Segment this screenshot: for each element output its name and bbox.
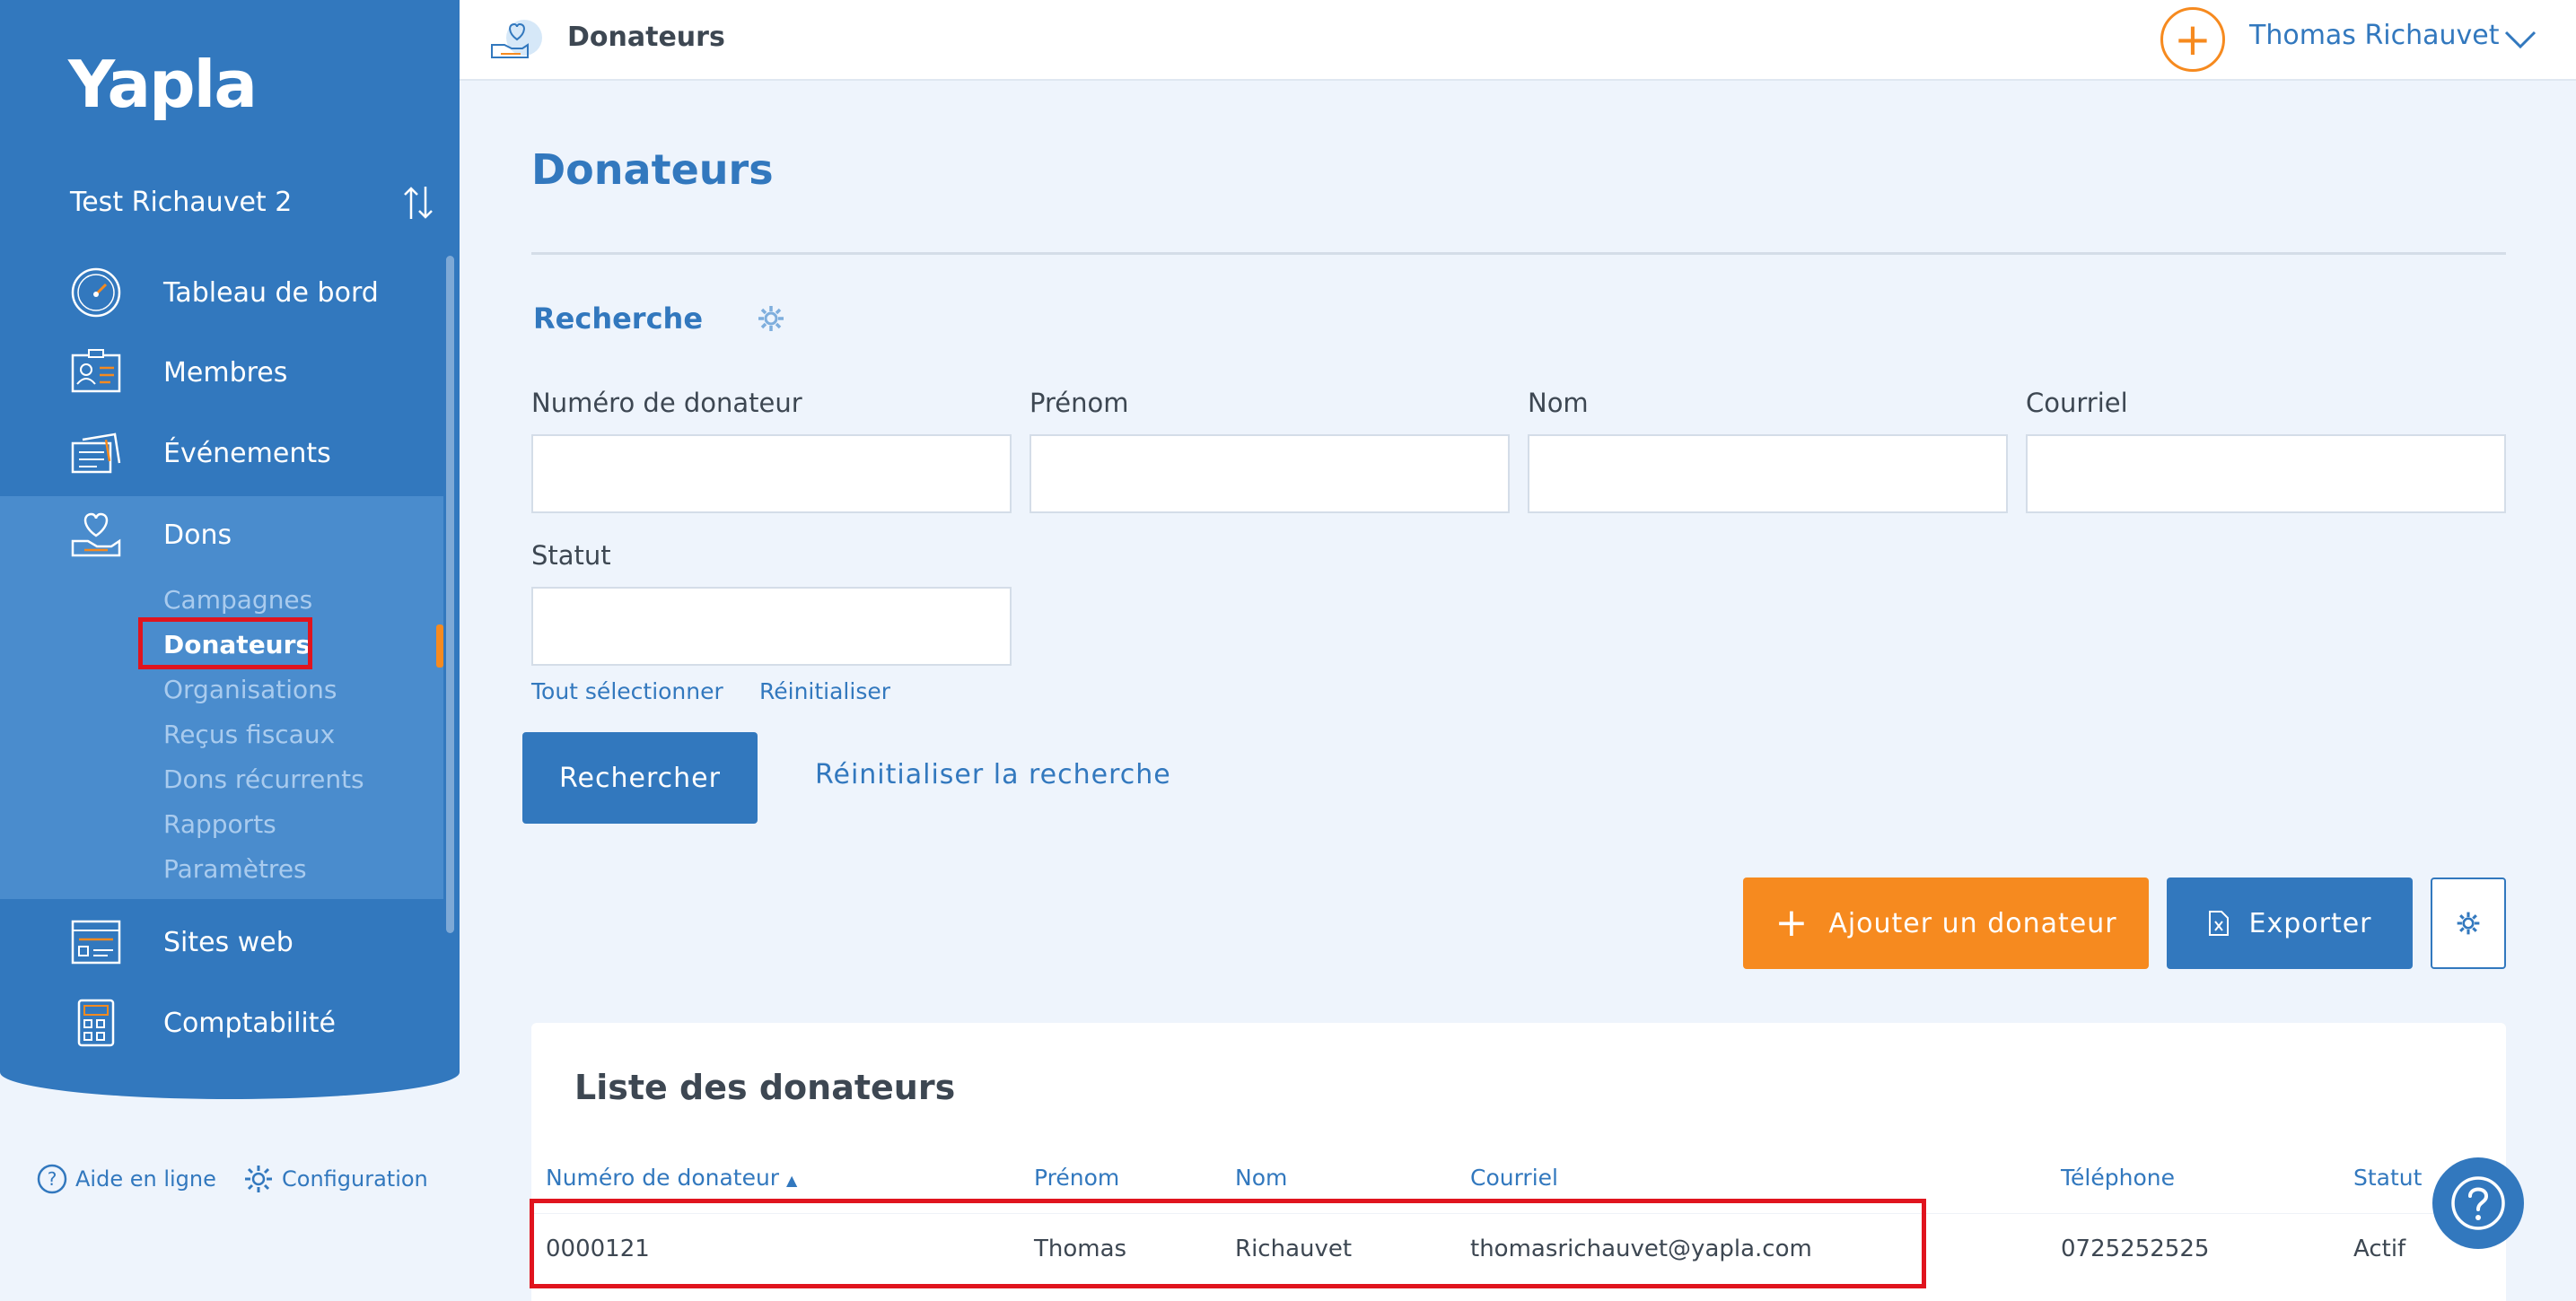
- nom-field-label: Nom: [1528, 388, 1589, 418]
- list-settings-button[interactable]: [2431, 878, 2506, 969]
- plus-icon: +: [1774, 900, 1809, 946]
- topbar-title: Donateurs: [567, 22, 725, 53]
- export-button[interactable]: Exporter: [2167, 878, 2413, 969]
- numero-field-label: Numéro de donateur: [531, 388, 802, 418]
- top-bar: Donateurs + Thomas Richauvet: [460, 0, 2576, 81]
- sidebar-item-label: Sites web: [163, 926, 294, 958]
- column-header-prenom[interactable]: Prénom: [1034, 1165, 1119, 1191]
- cell-statut: Actif: [2353, 1236, 2406, 1262]
- select-all-link[interactable]: Tout sélectionner: [531, 678, 723, 704]
- quick-add-button[interactable]: +: [2160, 7, 2225, 72]
- sidebar-item-label: Tableau de bord: [163, 276, 379, 309]
- member-card-icon: [70, 346, 122, 398]
- highlight-box-donateurs: [138, 617, 312, 669]
- submenu-item-organisations[interactable]: Organisations: [163, 675, 337, 704]
- column-header-nom[interactable]: Nom: [1235, 1165, 1287, 1191]
- switch-organization-icon[interactable]: [402, 183, 434, 223]
- search-settings-gear-icon[interactable]: [756, 303, 786, 334]
- svg-text:?: ?: [48, 1168, 57, 1190]
- sidebar-item-membres[interactable]: Membres: [0, 334, 443, 411]
- add-donor-label: Ajouter un donateur: [1828, 907, 2117, 939]
- courriel-input[interactable]: [2026, 434, 2506, 513]
- online-help-link[interactable]: ? Aide en ligne: [36, 1163, 216, 1195]
- nom-input[interactable]: [1528, 434, 2008, 513]
- prenom-input[interactable]: [1030, 434, 1510, 513]
- highlight-box-donor-row: [530, 1199, 1926, 1288]
- gear-icon: [2457, 912, 2480, 935]
- sidebar-item-label: Dons: [163, 519, 232, 551]
- statut-select[interactable]: [531, 587, 1012, 666]
- sidebar-item-label: Membres: [163, 356, 288, 389]
- question-mark-icon: [2451, 1176, 2505, 1230]
- sidebar-item-comptabilite[interactable]: Comptabilité: [0, 984, 443, 1061]
- sidebar: Yapla Test Richauvet 2 Tableau de bord M…: [0, 0, 460, 1301]
- gear-icon: [245, 1166, 272, 1192]
- sidebar-item-label: Comptabilité: [163, 1007, 336, 1039]
- dashboard-gauge-icon: [70, 266, 122, 319]
- column-header-numero[interactable]: Numéro de donateur ▲: [546, 1165, 797, 1191]
- help-chat-button[interactable]: [2432, 1157, 2524, 1249]
- reset-search-link[interactable]: Réinitialiser la recherche: [815, 759, 1171, 790]
- column-header-telephone[interactable]: Téléphone: [2061, 1165, 2175, 1191]
- numero-donateur-input[interactable]: [531, 434, 1012, 513]
- list-title: Liste des donateurs: [574, 1068, 956, 1107]
- configuration-label: Configuration: [282, 1166, 428, 1192]
- chevron-down-icon[interactable]: [2502, 22, 2538, 57]
- excel-file-icon: [2208, 911, 2229, 936]
- sidebar-item-label: Événements: [163, 437, 331, 469]
- sort-ascending-icon: ▲: [786, 1172, 798, 1189]
- submenu-item-campagnes[interactable]: Campagnes: [163, 585, 312, 615]
- search-button[interactable]: Rechercher: [522, 732, 758, 824]
- tickets-icon: [70, 427, 122, 479]
- website-icon: [70, 916, 122, 968]
- help-circle-icon: ?: [37, 1164, 67, 1194]
- add-donor-button[interactable]: + Ajouter un donateur: [1743, 878, 2149, 969]
- submenu-item-rapports[interactable]: Rapports: [163, 809, 276, 839]
- submenu-item-dons-recurrents[interactable]: Dons récurrents: [163, 764, 364, 794]
- organization-name: Test Richauvet 2: [70, 187, 293, 218]
- title-divider: [531, 252, 2506, 255]
- submenu-item-recus-fiscaux[interactable]: Reçus fiscaux: [163, 720, 335, 749]
- user-menu-name[interactable]: Thomas Richauvet: [2249, 20, 2500, 51]
- sidebar-item-dons[interactable]: Dons: [0, 496, 443, 573]
- column-header-statut[interactable]: Statut: [2353, 1165, 2422, 1191]
- sidebar-item-sites-web[interactable]: Sites web: [0, 904, 443, 981]
- online-help-label: Aide en ligne: [75, 1166, 216, 1192]
- calculator-icon: [70, 997, 122, 1049]
- yapla-logo[interactable]: Yapla: [68, 47, 258, 122]
- heart-hand-icon: [70, 509, 122, 561]
- donations-heart-icon: [491, 20, 542, 58]
- search-section-title: Recherche: [533, 301, 704, 336]
- courriel-field-label: Courriel: [2026, 388, 2128, 418]
- column-header-label: Numéro de donateur: [546, 1165, 780, 1191]
- sidebar-scrollbar[interactable]: [446, 256, 454, 933]
- submenu-item-parametres[interactable]: Paramètres: [163, 854, 307, 884]
- cell-telephone: 0725252525: [2061, 1236, 2210, 1262]
- sidebar-item-evenements[interactable]: Événements: [0, 415, 443, 492]
- active-submenu-marker: [436, 624, 443, 668]
- column-header-courriel[interactable]: Courriel: [1470, 1165, 1558, 1191]
- statut-field-label: Statut: [531, 540, 611, 571]
- reset-statut-link[interactable]: Réinitialiser: [759, 678, 890, 704]
- sidebar-item-tableau-de-bord[interactable]: Tableau de bord: [0, 254, 443, 331]
- configuration-link[interactable]: Configuration: [242, 1163, 428, 1195]
- export-label: Exporter: [2248, 907, 2372, 939]
- prenom-field-label: Prénom: [1030, 388, 1129, 418]
- page-title: Donateurs: [531, 145, 774, 194]
